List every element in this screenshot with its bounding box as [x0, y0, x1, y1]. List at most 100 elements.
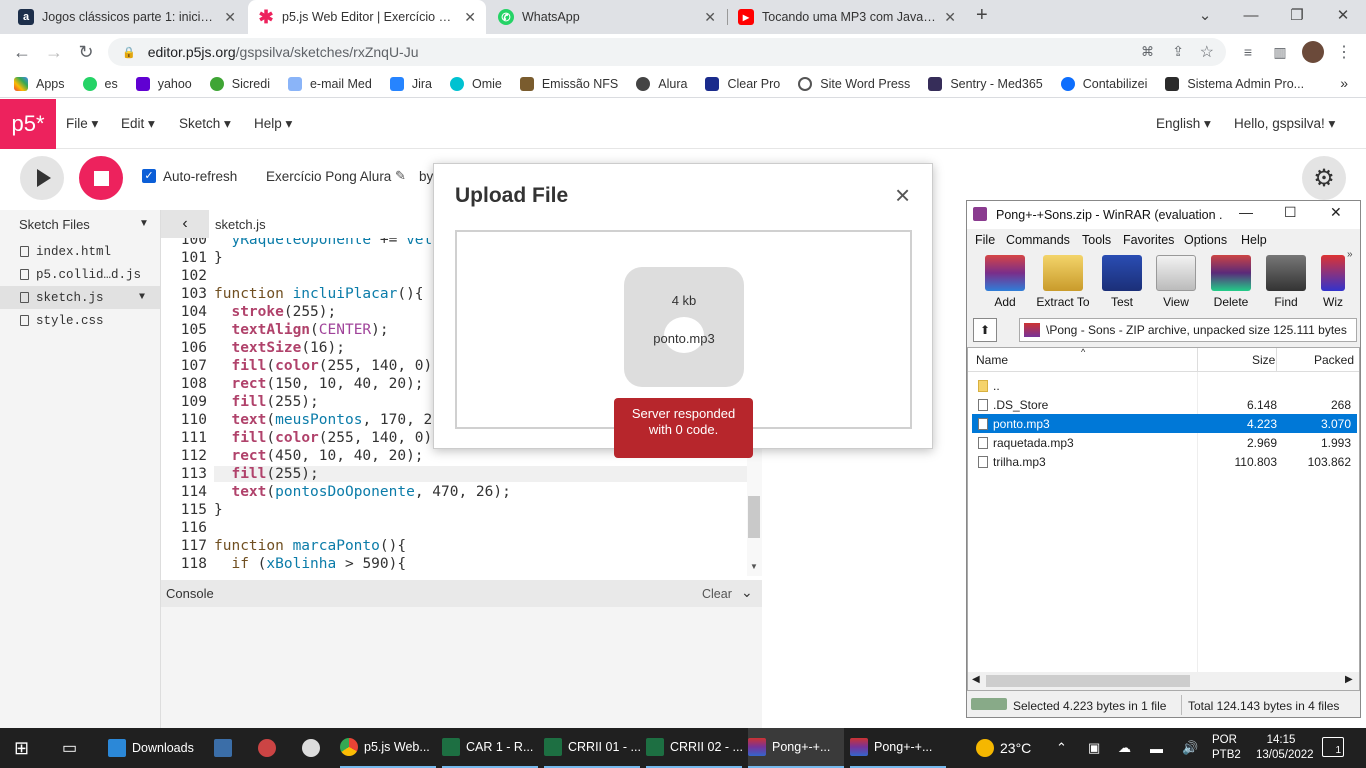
taskbar-excel-car1[interactable]: CAR 1 - R... [442, 728, 538, 768]
winrar-test-button[interactable]: Test [1095, 255, 1149, 309]
code-line[interactable]: if (xBolinha > 590){ [214, 556, 406, 572]
share-icon[interactable]: ⇪ [1172, 43, 1184, 60]
forward-icon[interactable]: → [38, 36, 70, 68]
bookmark-clear-pro[interactable]: Clear Pro [705, 76, 780, 91]
menu-edit[interactable]: Edit ▾ [121, 116, 155, 132]
console-clear-button[interactable]: Clear [702, 587, 732, 601]
file-row[interactable]: ponto.mp3 4.223 3.070 [972, 414, 1357, 433]
close-icon[interactable]: ✕ [224, 9, 236, 26]
winrar-menu-commands[interactable]: Commands [1006, 233, 1070, 247]
task-view-button[interactable]: ▭ [62, 728, 77, 768]
bookmark-jira[interactable]: Jira [389, 76, 432, 91]
code-line[interactable]: fill(color(255, 140, 0) [214, 358, 432, 374]
bookmark-wordpress[interactable]: Site Word Press [798, 76, 910, 91]
taskbar-winrar-2[interactable]: Pong+-+... [850, 728, 946, 768]
code-line[interactable]: textSize(16); [214, 340, 345, 356]
play-button[interactable] [20, 156, 64, 200]
user-menu[interactable]: Hello, gspsilva! ▾ [1234, 116, 1335, 132]
menu-sketch[interactable]: Sketch ▾ [179, 116, 231, 132]
taskbar-excel-crrii01[interactable]: CRRII 01 - ... [544, 728, 641, 768]
winrar-extract-button[interactable]: Extract To [1036, 255, 1090, 309]
file-sketch-js[interactable]: sketch.js ▼ [0, 286, 160, 309]
pencil-icon[interactable]: ✎ [395, 168, 406, 184]
translate-icon[interactable]: ⌘ [1141, 44, 1154, 60]
tab-search-icon[interactable]: ⌄ [1182, 0, 1228, 30]
taskbar-winrar-1[interactable]: Pong+-+... [748, 728, 844, 768]
avatar[interactable] [1302, 41, 1324, 63]
close-icon[interactable]: ✕ [704, 9, 716, 26]
code-line[interactable]: } [214, 502, 223, 518]
code-line[interactable]: rect(450, 10, 40, 20); [214, 448, 423, 464]
menu-file[interactable]: File ▾ [66, 116, 98, 132]
file-row[interactable]: .. [972, 376, 1357, 395]
address-bar[interactable]: 🔒 editor.p5js.org/gspsilva/sketches/rxZn… [108, 38, 1226, 66]
winrar-menu-tools[interactable]: Tools [1082, 233, 1111, 247]
taskbar-snipping[interactable] [258, 728, 282, 768]
language-menu[interactable]: English ▾ [1156, 116, 1211, 132]
bookmark-email-med[interactable]: e-mail Med [287, 76, 372, 91]
file-index-html[interactable]: index.html [0, 240, 160, 263]
toolbar-more-icon[interactable]: » [1347, 249, 1353, 260]
tray-expand-icon[interactable]: ⌃ [1056, 728, 1067, 768]
bookmark-es[interactable]: es [82, 76, 118, 91]
restore-icon[interactable]: ❐ [1274, 0, 1320, 30]
side-panel-icon[interactable]: ▥ [1270, 42, 1290, 62]
taskbar-app[interactable] [302, 728, 326, 768]
scrollbar-thumb[interactable] [986, 675, 1190, 687]
battery-icon[interactable]: ▬ [1150, 728, 1163, 768]
column-packed[interactable]: Packed [1314, 353, 1354, 367]
code-line[interactable]: yRaqueteOponente += vel [214, 238, 432, 248]
code-line[interactable]: fill(255); [214, 466, 747, 482]
close-icon[interactable]: ✕ [944, 9, 956, 26]
bookmark-omie[interactable]: Omie [449, 76, 502, 91]
onedrive-icon[interactable]: ☁ [1118, 728, 1131, 768]
bookmark-nfs[interactable]: Emissão NFS [519, 76, 618, 91]
code-line[interactable]: fill(color(255, 140, 0) [214, 430, 432, 446]
bookmarks-more-icon[interactable]: » [1340, 75, 1348, 91]
bookmark-admin-pro[interactable]: Sistema Admin Pro... [1165, 76, 1304, 91]
taskbar-excel-crrii02[interactable]: CRRII 02 - ... [646, 728, 743, 768]
stop-button[interactable] [79, 156, 123, 200]
back-icon[interactable]: ← [6, 36, 38, 68]
file-row[interactable]: raquetada.mp3 2.969 1.993 [972, 433, 1357, 452]
code-line[interactable]: function marcaPonto(){ [214, 538, 406, 554]
minimize-icon[interactable]: — [1228, 0, 1274, 30]
collapse-sidebar-button[interactable]: ‹ [161, 210, 209, 238]
weather-widget[interactable]: 23°C [976, 728, 1031, 768]
winrar-menu-file[interactable]: File [975, 233, 995, 247]
file-menu-icon[interactable]: ▼ [139, 292, 145, 303]
p5-logo[interactable]: p5* [0, 99, 56, 149]
meet-now-icon[interactable]: ▣ [1088, 728, 1100, 768]
chevron-down-icon[interactable]: ⌄ [741, 584, 753, 601]
taskbar-downloads[interactable]: Downloads [108, 728, 202, 768]
window-close-icon[interactable]: ✕ [1330, 204, 1342, 221]
winrar-wizard-button[interactable]: Wiz [1306, 255, 1360, 309]
volume-icon[interactable]: 🔊 [1182, 728, 1198, 768]
close-icon[interactable]: ✕ [464, 9, 476, 26]
modal-close-icon[interactable]: × [895, 180, 910, 211]
tab-whatsapp[interactable]: ✆ WhatsApp ✕ [488, 0, 726, 34]
scroll-down-icon[interactable]: ▼ [750, 562, 758, 571]
winrar-find-button[interactable]: Find [1259, 255, 1313, 309]
file-row[interactable]: trilha.mp3 110.803 103.862 [972, 452, 1357, 471]
code-line[interactable]: rect(150, 10, 40, 20); [214, 376, 423, 392]
bookmark-contabilizei[interactable]: Contabilizei [1060, 76, 1147, 91]
minimize-icon[interactable]: — [1239, 204, 1253, 220]
up-folder-button[interactable]: ⬆ [973, 318, 997, 342]
auto-refresh-checkbox[interactable]: ✓ [142, 169, 156, 183]
winrar-view-button[interactable]: View [1149, 255, 1203, 309]
sketch-name[interactable]: Exercício Pong Alura [266, 169, 391, 184]
bookmark-star-icon[interactable]: ☆ [1200, 42, 1214, 62]
start-button[interactable]: ⊞ [14, 728, 29, 768]
winrar-menu-help[interactable]: Help [1241, 233, 1267, 247]
code-line[interactable]: } [214, 250, 223, 266]
code-line[interactable]: text(meusPontos, 170, 2 [214, 412, 432, 428]
column-size[interactable]: Size [1252, 353, 1275, 367]
bookmark-apps[interactable]: Apps [14, 76, 65, 91]
code-line[interactable]: textAlign(CENTER); [214, 322, 388, 338]
new-tab-button[interactable]: + [976, 4, 988, 27]
media-control-icon[interactable]: ≡ [1238, 42, 1258, 62]
code-line[interactable]: text(pontosDoOponente, 470, 26); [214, 484, 510, 500]
taskbar-chrome[interactable]: p5.js Web... [340, 728, 436, 768]
window-close-icon[interactable]: ✕ [1320, 0, 1366, 30]
